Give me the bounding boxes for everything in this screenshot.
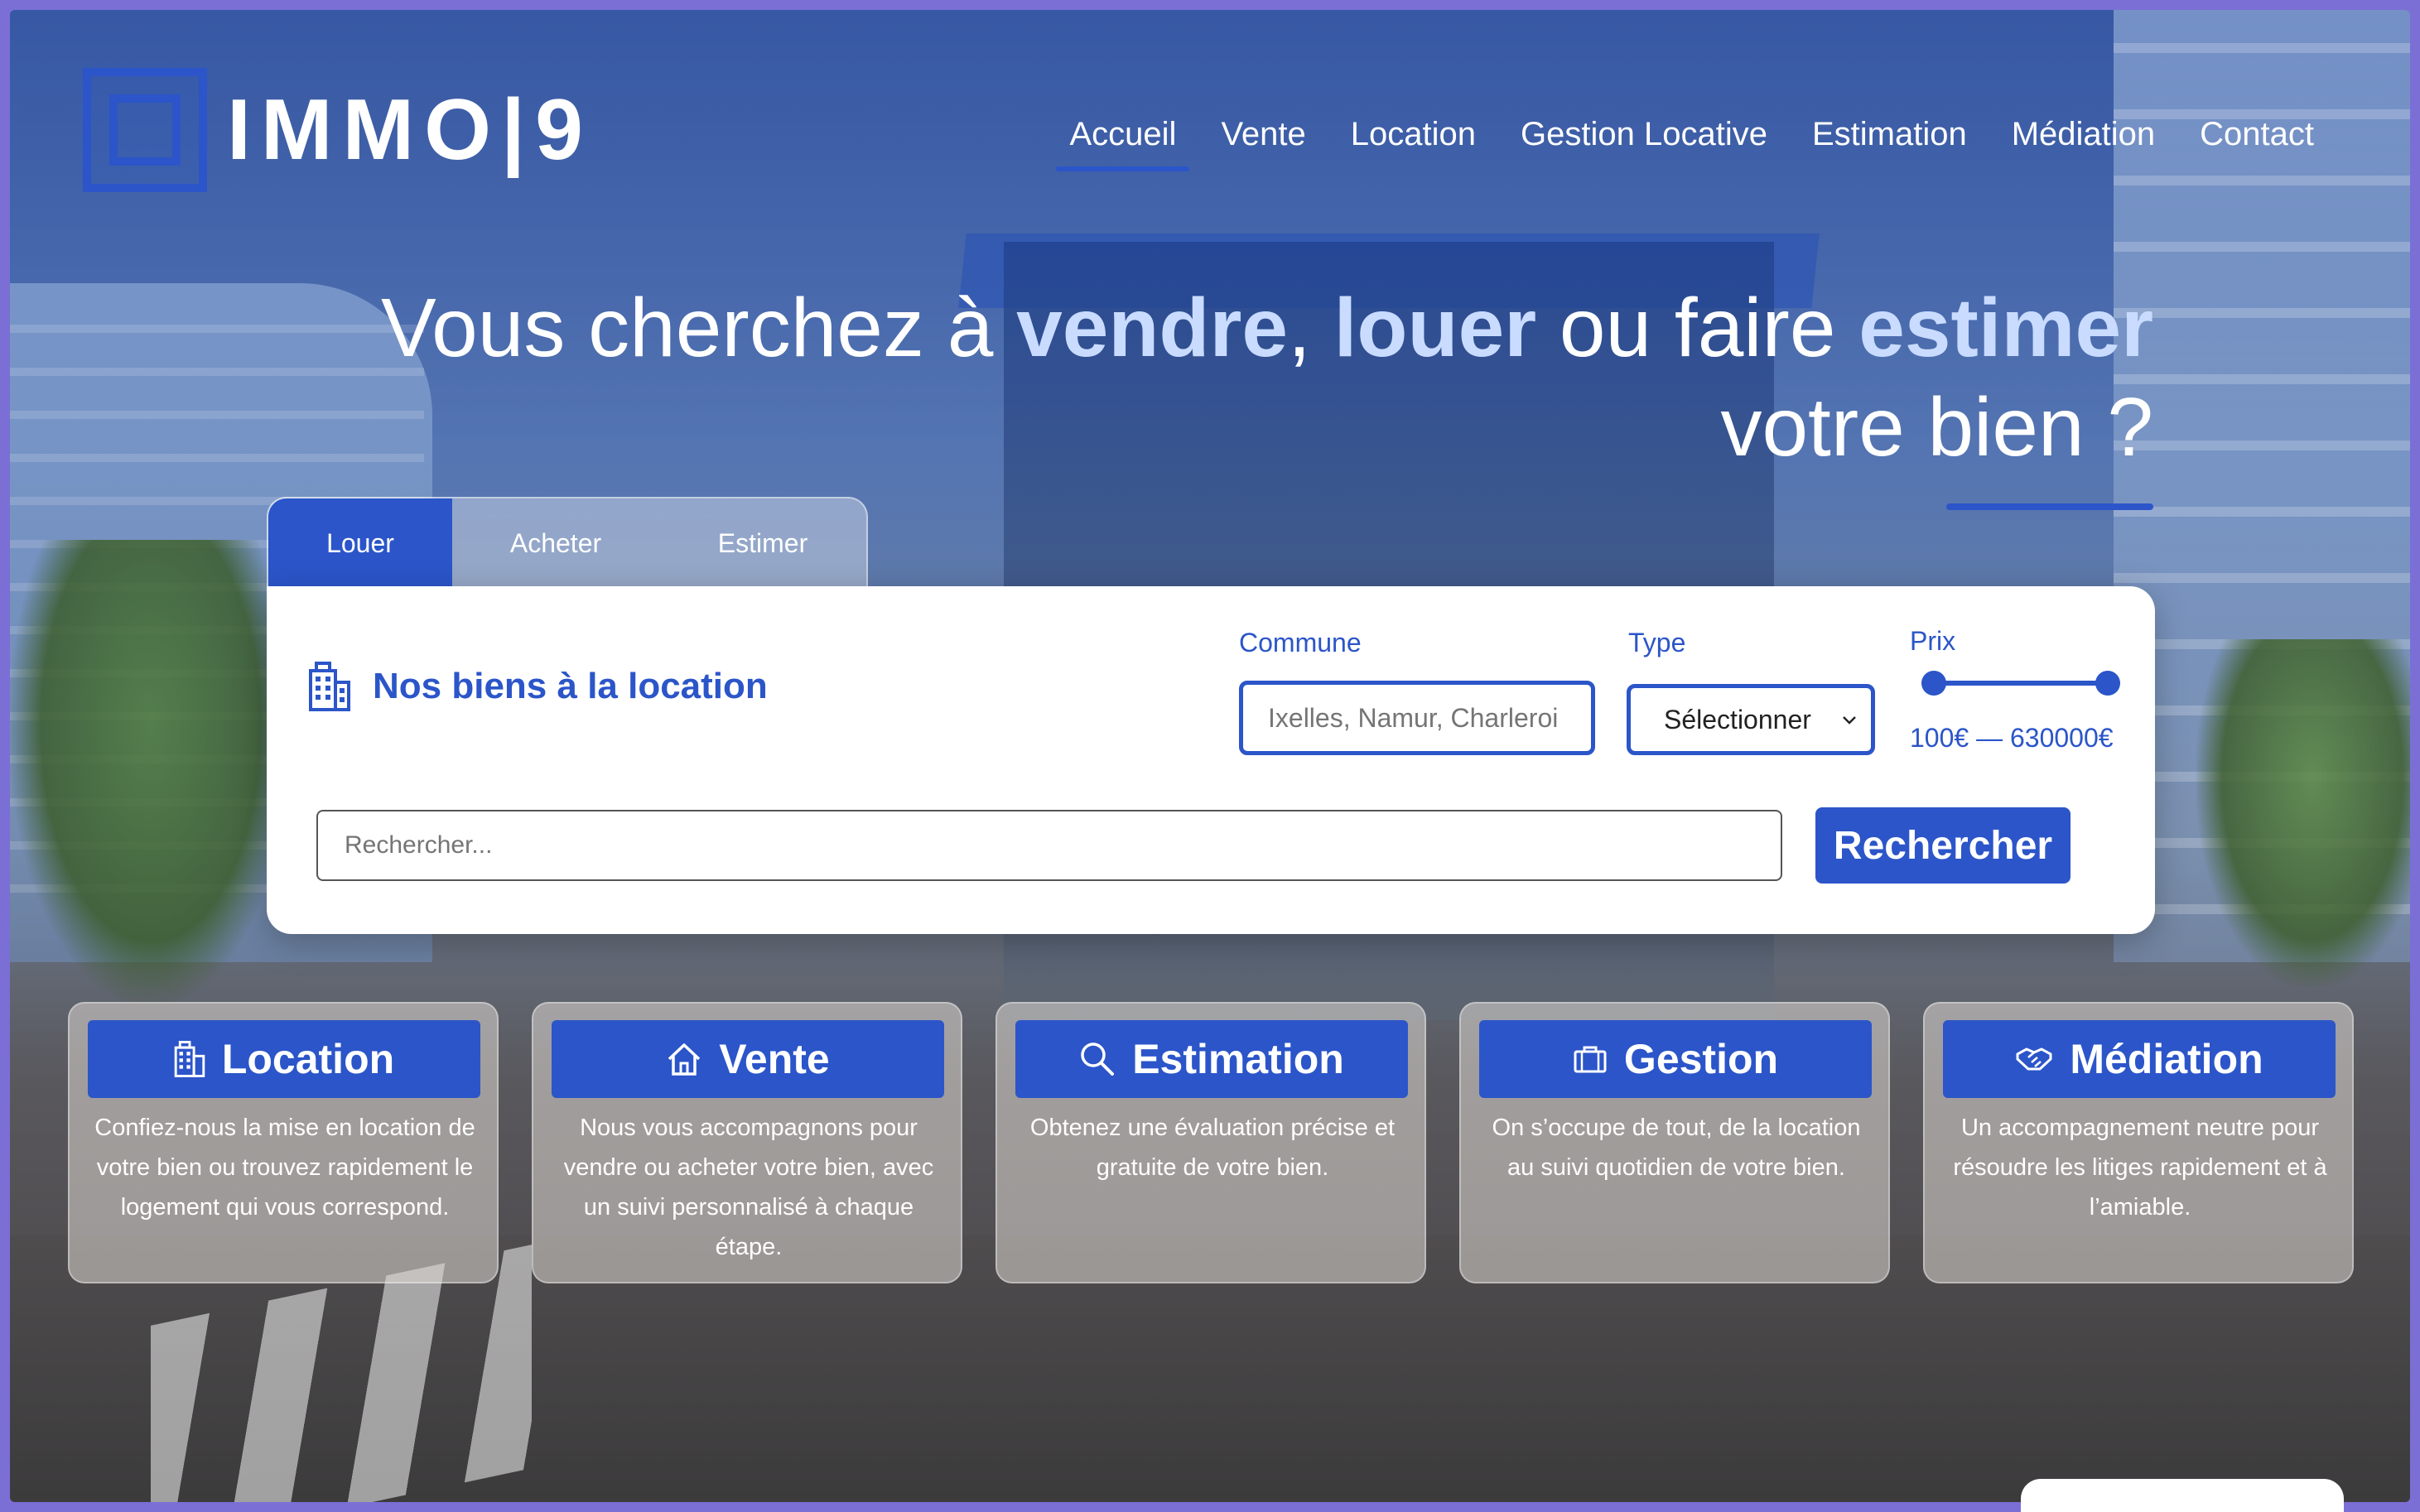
- hero-title-underline: [1946, 503, 2153, 510]
- nav-item-gestion-locative[interactable]: Gestion Locative: [1514, 116, 1774, 171]
- nav-item-accueil[interactable]: Accueil: [1056, 116, 1190, 171]
- price-range-slider[interactable]: [1921, 671, 2120, 696]
- nav-item-location[interactable]: Location: [1344, 116, 1482, 171]
- search-tabs: Louer Acheter Estimer: [267, 497, 868, 588]
- search-card-heading: Nos biens à la location: [308, 661, 768, 712]
- service-title: Médiation: [2070, 1036, 2263, 1082]
- price-label: Prix: [1910, 626, 1956, 656]
- hero-title-part: ou faire: [1536, 282, 1859, 374]
- service-button-location[interactable]: Location: [88, 1020, 480, 1098]
- service-card-mediation: Médiation Un accompagnement neutre pour …: [1923, 1002, 2354, 1283]
- service-description: On s’occupe de tout, de la location au s…: [1492, 1115, 1861, 1181]
- type-label: Type: [1628, 628, 1686, 657]
- services-row: Location Confiez-nous la mise en locatio…: [68, 1002, 2354, 1283]
- commune-input[interactable]: [1239, 681, 1595, 755]
- commune-label: Commune: [1239, 628, 1362, 657]
- tab-louer[interactable]: Louer: [268, 498, 452, 588]
- service-description: Confiez-nous la mise en location de votr…: [94, 1115, 475, 1221]
- search-card-title: Nos biens à la location: [373, 666, 768, 706]
- service-description: Un accompagnement neutre pour résoudre l…: [1953, 1115, 2327, 1221]
- building-icon: [174, 1041, 205, 1077]
- slider-thumb-min[interactable]: [1921, 671, 1946, 696]
- service-card-gestion: Gestion On s’occupe de tout, de la locat…: [1459, 1002, 1890, 1283]
- service-description: Obtenez une évaluation précise et gratui…: [1029, 1115, 1396, 1181]
- background-trees-right: [2196, 639, 2410, 987]
- tab-estimer[interactable]: Estimer: [659, 498, 866, 588]
- service-card-estimation: Estimation Obtenez une évaluation précis…: [995, 1002, 1426, 1283]
- service-button-mediation[interactable]: Médiation: [1943, 1020, 2336, 1098]
- service-button-estimation[interactable]: Estimation: [1015, 1020, 1408, 1098]
- service-title: Vente: [719, 1036, 830, 1082]
- background-trees-left: [10, 540, 292, 1004]
- site-logo[interactable]: IMMO|9: [83, 68, 593, 192]
- house-icon: [668, 1043, 701, 1076]
- type-select-value: Sélectionner: [1664, 704, 1811, 734]
- handshake-icon: [2016, 1047, 2052, 1071]
- slider-fill: [1934, 681, 2108, 686]
- floating-panel-edge[interactable]: [2021, 1479, 2344, 1512]
- hero-title-part: votre bien ?: [1720, 381, 2153, 474]
- hero-title: Vous cherchez à vendre, louer ou faire e…: [298, 278, 2153, 477]
- search-card: Nos biens à la location Commune Type Sél…: [267, 586, 2155, 934]
- chevron-down-icon: [1843, 716, 1856, 725]
- search-input[interactable]: [316, 810, 1782, 881]
- service-card-location: Location Confiez-nous la mise en locatio…: [68, 1002, 499, 1283]
- slider-thumb-max[interactable]: [2095, 671, 2120, 696]
- search-button[interactable]: Rechercher: [1815, 807, 2070, 884]
- logo-text: IMMO|9: [227, 81, 593, 178]
- main-nav: Accueil Vente Location Gestion Locative …: [1056, 116, 2321, 171]
- nav-item-vente[interactable]: Vente: [1214, 116, 1312, 171]
- tab-acheter[interactable]: Acheter: [452, 498, 659, 588]
- service-button-gestion[interactable]: Gestion: [1479, 1020, 1872, 1098]
- logo-square-icon: [83, 68, 207, 192]
- hero-title-part: ,: [1288, 282, 1334, 374]
- hero-title-part: Vous cherchez à: [380, 282, 1017, 374]
- service-title: Gestion: [1623, 1036, 1779, 1082]
- magnifier-icon: [1081, 1043, 1115, 1076]
- briefcase-icon: [1574, 1046, 1607, 1073]
- price-range-text: 100€ — 630000€: [1910, 723, 2114, 753]
- hero-highlight-vendre: vendre: [1016, 282, 1289, 374]
- hero-highlight-estimer: estimer: [1858, 282, 2153, 374]
- service-title: Location: [221, 1036, 395, 1082]
- service-button-vente[interactable]: Vente: [552, 1020, 944, 1098]
- nav-item-mediation[interactable]: Médiation: [2005, 116, 2162, 171]
- hero-highlight-louer: louer: [1333, 282, 1537, 374]
- building-icon: [309, 662, 350, 711]
- service-card-vente: Vente Nous vous accompagnons pour vendre…: [532, 1002, 962, 1283]
- nav-item-estimation[interactable]: Estimation: [1805, 116, 1974, 171]
- service-description: Nous vous accompagnons pour vendre ou ac…: [563, 1115, 934, 1260]
- nav-item-contact[interactable]: Contact: [2193, 116, 2321, 171]
- service-title: Estimation: [1132, 1036, 1344, 1082]
- type-select[interactable]: Sélectionner: [1627, 684, 1875, 755]
